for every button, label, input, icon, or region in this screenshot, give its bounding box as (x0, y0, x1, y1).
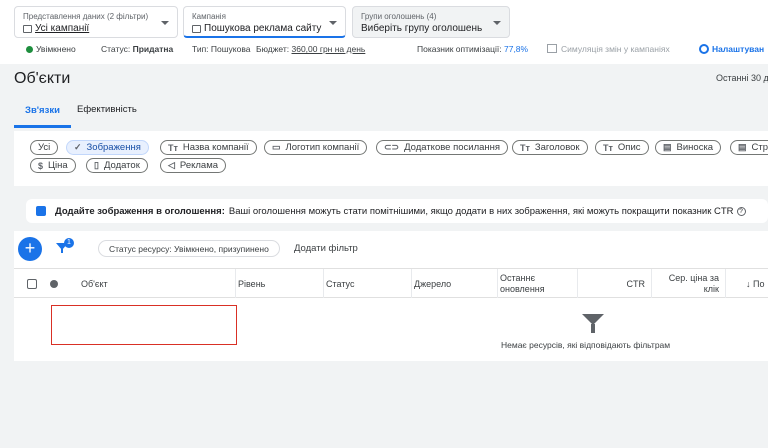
top-bar: Представлення даних (2 фільтри) Усі камп… (0, 0, 768, 64)
page-title: Об'єкти (14, 70, 71, 87)
chip-description[interactable]: Tт Опис (595, 140, 649, 155)
chip-headline[interactable]: Tт Заголовок (512, 140, 588, 155)
view-selector-label: Представлення даних (2 фільтри) (23, 12, 149, 21)
chip-logo[interactable]: ▭ Логотип компанії (264, 140, 368, 155)
campaign-status-row: Увімкнено Статус: Придатна Тип: Пошукова… (0, 42, 768, 56)
adgroup-selector-value: Виберіть групу оголошень (361, 23, 483, 34)
chip-callout[interactable]: ▤ Виноска (655, 140, 722, 155)
banner-text: Ваші оголошення можуть стати помітнішими… (228, 205, 734, 217)
image-icon (36, 206, 46, 216)
chip-images[interactable]: ✓ Зображення (66, 140, 149, 155)
campaign-selector-value: Пошукова реклама сайту (204, 23, 322, 34)
filter-count-badge: 1 (64, 238, 74, 248)
chip-all[interactable]: Усі (30, 140, 59, 155)
assets-table-card: + 1 Статус ресурсу: Увімкнено, призупине… (14, 231, 768, 361)
chip-price[interactable]: $ Ціна (30, 158, 76, 173)
highlight-box (51, 305, 237, 345)
tab-performance[interactable]: Ефективність (66, 103, 148, 116)
chevron-down-icon (329, 21, 337, 25)
text-icon: Tт (168, 142, 178, 153)
type-info: Тип: Пошукова (192, 44, 251, 54)
tab-links[interactable]: Зв'язки (14, 103, 71, 128)
document-icon: ▤ (663, 142, 672, 152)
checkmark-icon: ✓ (74, 142, 82, 152)
add-button[interactable]: + (18, 237, 42, 261)
help-icon[interactable]: ? (736, 206, 746, 216)
column-sort[interactable]: ↓ По (746, 269, 768, 298)
simulation-icon (547, 44, 557, 53)
budget-info[interactable]: Бюджет: 360,00 грн на день (256, 44, 365, 54)
column-source[interactable]: Джерело (414, 269, 498, 298)
date-range[interactable]: Останні 30 д (716, 73, 768, 83)
chip-company-name[interactable]: Tт Назва компанії (160, 140, 257, 155)
campaign-selector[interactable]: Кампанія Пошукова реклама сайту (183, 6, 346, 38)
select-all-checkbox[interactable] (27, 279, 37, 289)
column-status[interactable]: Статус (326, 269, 412, 298)
home-icon (23, 25, 32, 33)
add-filter-button[interactable]: Додати фільтр (294, 243, 358, 254)
campaign-selector-label: Кампанія (192, 12, 226, 21)
chip-promo[interactable]: ◁ Реклама (160, 158, 227, 173)
text-icon: Tт (603, 142, 613, 153)
column-level[interactable]: Рівень (238, 269, 324, 298)
search-campaign-icon (192, 25, 201, 33)
filter-icon[interactable]: 1 (56, 238, 74, 254)
column-last-updated[interactable]: Останнє оновлення (500, 269, 578, 298)
megaphone-icon: ◁ (168, 160, 175, 170)
adgroup-selector-label: Групи оголошень (4) (361, 12, 437, 21)
link-icon: ⊂⊃ (384, 142, 400, 152)
chevron-down-icon (493, 21, 501, 25)
chevron-down-icon (161, 21, 169, 25)
status-dot-icon (50, 280, 58, 288)
empty-state-message: Немає ресурсів, які відповідають фільтра… (501, 340, 671, 350)
document-icon: ▤ (738, 142, 747, 152)
optimization-score[interactable]: Показник оптимізації: 77,8% (417, 44, 528, 54)
filter-icon (582, 312, 604, 334)
asset-type-chips: Усі ✓ Зображення Tт Назва компанії ▭ Логоти… (14, 131, 768, 186)
adgroup-selector[interactable]: Групи оголошень (4) Виберіть групу оголо… (352, 6, 510, 38)
price-icon: $ (38, 160, 44, 171)
column-asset[interactable]: Об'єкт (81, 269, 236, 298)
column-avg-cpc[interactable]: Сер. ціна за клік (654, 269, 726, 298)
filter-chip-status[interactable]: Статус ресурсу: Увімкнено, призупинено (98, 240, 280, 257)
text-icon: Tт (520, 142, 530, 153)
simulation-link[interactable]: Симуляція змін у кампаніях (547, 44, 670, 54)
chip-sitelink[interactable]: ⊂⊃ Додаткове посилання (376, 140, 509, 155)
banner-title: Додайте зображення в оголошення: (55, 205, 225, 217)
gear-icon (699, 44, 709, 54)
view-selector[interactable]: Представлення даних (2 фільтри) Усі камп… (14, 6, 178, 38)
image-icon: ▭ (272, 142, 281, 152)
status-info: Статус: Придатна (101, 44, 174, 54)
enabled-dot-icon (26, 46, 33, 53)
view-selector-value: Усі кампанії (35, 23, 90, 34)
campaign-state[interactable]: Увімкнено (26, 44, 76, 54)
phone-icon: ▯ (94, 160, 99, 170)
chip-app[interactable]: ▯ Додаток (86, 158, 148, 173)
campaign-state-label: Увімкнено (36, 44, 76, 54)
chip-structured[interactable]: ▤ Стр (730, 140, 768, 155)
settings-link[interactable]: Налаштуван (699, 44, 764, 54)
column-ctr[interactable]: CTR (580, 269, 652, 298)
recommendation-banner: Додайте зображення в оголошення: Ваші ог… (26, 199, 768, 223)
table-header: Об'єкт Рівень Статус Джерело Останнє оно… (14, 268, 768, 298)
